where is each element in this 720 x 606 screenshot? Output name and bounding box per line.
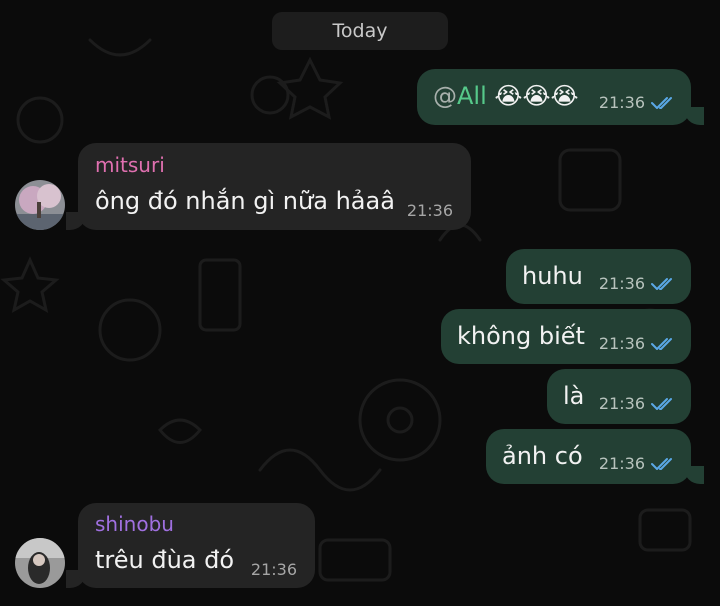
message-text: huhu bbox=[522, 262, 583, 290]
double-check-icon bbox=[651, 337, 672, 350]
message-time: 21:36 bbox=[598, 454, 645, 473]
message-meta: 21:36 bbox=[407, 201, 453, 220]
message-meta: 21:36 bbox=[599, 274, 677, 293]
message-bubble-outgoing[interactable]: là 21:36 bbox=[547, 369, 691, 424]
mention-all[interactable]: All bbox=[457, 82, 487, 110]
avatar-image bbox=[15, 538, 65, 588]
message-time: 21:36 bbox=[250, 560, 297, 579]
shinobu-avatar[interactable] bbox=[15, 538, 65, 588]
message-text: không biết bbox=[457, 322, 585, 350]
message-time: 21:36 bbox=[598, 93, 645, 112]
message-time: 21:36 bbox=[598, 334, 645, 353]
message-text: @All 😭😭😭 bbox=[433, 82, 579, 110]
message-time: 21:36 bbox=[598, 274, 645, 293]
message-text: là bbox=[563, 382, 585, 410]
message-meta: 21:36 bbox=[599, 394, 677, 413]
double-check-icon bbox=[651, 397, 672, 410]
avatar-image bbox=[15, 180, 65, 230]
message-bubble-incoming[interactable]: mitsuri ông đó nhắn gì nữa hảaâ 21:36 bbox=[78, 143, 471, 230]
message-bubble-outgoing[interactable]: @All 😭😭😭 21:36 bbox=[417, 69, 691, 125]
message-bubble-outgoing[interactable]: không biết 21:36 bbox=[441, 309, 691, 364]
double-check-icon bbox=[651, 457, 672, 470]
mention-at-sign: @ bbox=[433, 82, 457, 110]
message-text: trêu đùa đó bbox=[95, 546, 235, 574]
message-bubble-outgoing[interactable]: huhu 21:36 bbox=[506, 249, 691, 304]
message-time: 21:36 bbox=[598, 394, 645, 413]
message-text: ông đó nhắn gì nữa hảaâ bbox=[95, 187, 395, 215]
date-separator: Today bbox=[272, 12, 448, 50]
mitsuri-avatar[interactable] bbox=[15, 180, 65, 230]
double-check-icon bbox=[651, 96, 672, 109]
message-bubble-outgoing[interactable]: ảnh có 21:36 bbox=[486, 429, 691, 484]
sender-name[interactable]: shinobu bbox=[95, 512, 174, 536]
crying-emoji: 😭😭😭 bbox=[494, 82, 579, 110]
message-time: 21:36 bbox=[406, 201, 453, 220]
message-meta: 21:36 bbox=[251, 560, 297, 579]
message-meta: 21:36 bbox=[599, 454, 677, 473]
message-text: ảnh có bbox=[502, 442, 583, 470]
message-meta: 21:36 bbox=[599, 334, 677, 353]
double-check-icon bbox=[651, 277, 672, 290]
message-bubble-incoming[interactable]: shinobu trêu đùa đó 21:36 bbox=[78, 503, 315, 588]
sender-name[interactable]: mitsuri bbox=[95, 153, 165, 177]
message-meta: 21:36 bbox=[599, 93, 677, 112]
